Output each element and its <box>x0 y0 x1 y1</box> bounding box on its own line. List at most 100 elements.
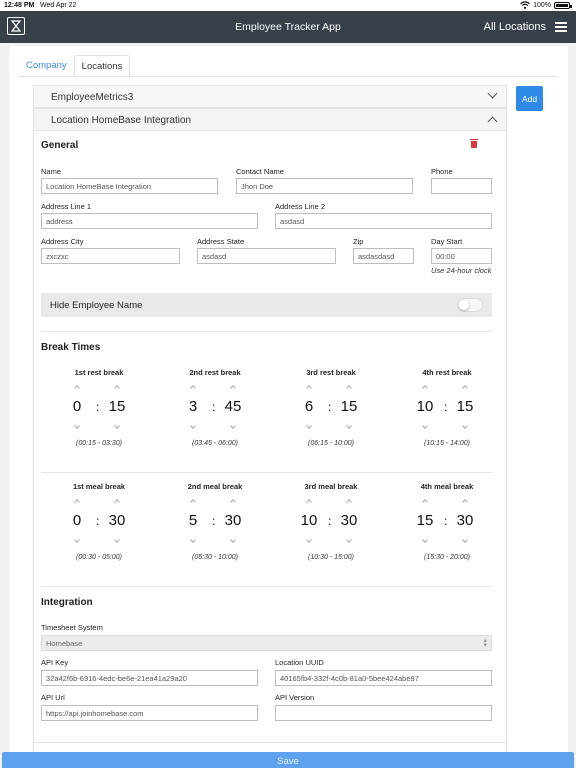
location-uuid-input[interactable]: 40165fb4-332f-4c0b-81a0-5bee424abe87 <box>275 670 492 686</box>
minute-up-arrow-icon[interactable] <box>114 499 120 505</box>
break-range: (15:30 - 20:00) <box>424 554 470 561</box>
minute-value[interactable]: 15 <box>337 398 361 415</box>
address2-input[interactable]: asdasd <box>275 213 492 229</box>
phone-input[interactable] <box>431 178 492 194</box>
hour-down-arrow-icon[interactable] <box>74 537 80 543</box>
hour-up-arrow-icon[interactable] <box>190 385 196 391</box>
minute-down-arrow-icon[interactable] <box>114 423 120 429</box>
accordion-title: Location HomeBase Integration <box>51 115 192 126</box>
minute-up-arrow-icon[interactable] <box>462 385 468 391</box>
hour-up-arrow-icon[interactable] <box>306 385 312 391</box>
address1-input[interactable]: address <box>41 213 258 229</box>
accordion-employeemetrics3[interactable]: EmployeeMetrics3 <box>33 85 507 108</box>
zip-input[interactable]: asdasdasd <box>353 248 414 264</box>
time-separator: : <box>96 400 100 414</box>
minute-up-arrow-icon[interactable] <box>114 385 120 391</box>
hour-up-arrow-icon[interactable] <box>74 499 80 505</box>
rest-break-3: 3rd rest break 6:15 (06:15 - 10:00) <box>281 368 381 468</box>
minute-up-arrow-icon[interactable] <box>230 499 236 505</box>
hour-down-arrow-icon[interactable] <box>74 423 80 429</box>
tab-locations[interactable]: Locations <box>73 55 131 77</box>
hour-value[interactable]: 10 <box>297 512 321 529</box>
tab-company[interactable]: Company <box>19 55 74 77</box>
time-separator: : <box>212 514 216 528</box>
minute-value[interactable]: 45 <box>221 398 245 415</box>
break-times-title: Break Times <box>41 342 101 353</box>
time-separator: : <box>444 400 448 414</box>
api-url-input[interactable]: https://api.joinhomebase.com <box>41 705 258 721</box>
hide-employee-name-toggle[interactable] <box>457 298 483 312</box>
hour-value[interactable]: 10 <box>413 398 437 415</box>
hour-value[interactable]: 6 <box>297 398 321 415</box>
meal-break-3: 3rd meal break 10:30 (10:30 - 15:00) <box>281 482 381 582</box>
minute-value[interactable]: 15 <box>105 398 129 415</box>
divider <box>41 586 492 587</box>
api-version-input[interactable] <box>275 705 492 721</box>
hour-down-arrow-icon[interactable] <box>422 537 428 543</box>
location-panel: General Name Location HomeBase Integrati… <box>33 132 508 768</box>
hour-down-arrow-icon[interactable] <box>422 423 428 429</box>
hour-value[interactable]: 0 <box>65 512 89 529</box>
location-selector[interactable]: All Locations <box>484 21 546 33</box>
break-range: (00:15 - 03:30) <box>76 440 122 447</box>
minute-value[interactable]: 15 <box>453 398 477 415</box>
time-separator: : <box>212 400 216 414</box>
state-input[interactable]: asdasd <box>197 248 336 264</box>
minute-value[interactable]: 30 <box>453 512 477 529</box>
minute-up-arrow-icon[interactable] <box>346 385 352 391</box>
hour-down-arrow-icon[interactable] <box>306 423 312 429</box>
hour-down-arrow-icon[interactable] <box>306 537 312 543</box>
chevron-up-icon <box>487 116 498 127</box>
address1-label: Address Line 1 <box>41 202 92 211</box>
api-key-input[interactable]: 32a42f6b-6916-4edc-be6e-21ea41a29a20 <box>41 670 258 686</box>
state-label: Address State <box>197 237 245 246</box>
hour-value[interactable]: 15 <box>413 512 437 529</box>
timesheet-system-select[interactable]: Homebase ▴ ▾ <box>41 635 492 651</box>
timesheet-system-label: Timesheet System <box>41 623 103 632</box>
hour-down-arrow-icon[interactable] <box>190 537 196 543</box>
city-input[interactable]: zxczxc <box>41 248 180 264</box>
break-label: 4th meal break <box>420 482 474 491</box>
api-key-label: API Key <box>41 658 69 667</box>
hamburger-menu-icon[interactable] <box>555 22 567 32</box>
save-button[interactable]: Save <box>2 752 574 768</box>
minute-down-arrow-icon[interactable] <box>346 537 352 543</box>
minute-value[interactable]: 30 <box>221 512 245 529</box>
hour-value[interactable]: 0 <box>65 398 89 415</box>
hour-up-arrow-icon[interactable] <box>422 385 428 391</box>
hour-value[interactable]: 5 <box>181 512 205 529</box>
meal-breaks-row: 1st meal break 0:30 (00:30 - 05:00) 2nd mea… <box>41 482 492 582</box>
hour-down-arrow-icon[interactable] <box>190 423 196 429</box>
name-input[interactable]: Location HomeBase Integration <box>41 178 218 194</box>
minute-down-arrow-icon[interactable] <box>114 537 120 543</box>
minute-value[interactable]: 30 <box>337 512 361 529</box>
minute-down-arrow-icon[interactable] <box>230 537 236 543</box>
api-version-label: API Version <box>275 693 315 702</box>
wifi-icon <box>520 1 530 9</box>
day-start-label: Day Start <box>431 237 463 246</box>
break-label: 2nd rest break <box>189 368 241 377</box>
trash-icon[interactable] <box>470 139 478 148</box>
minute-down-arrow-icon[interactable] <box>462 423 468 429</box>
hour-up-arrow-icon[interactable] <box>190 499 196 505</box>
minute-up-arrow-icon[interactable] <box>230 385 236 391</box>
minute-down-arrow-icon[interactable] <box>346 423 352 429</box>
time-separator: : <box>96 514 100 528</box>
minute-up-arrow-icon[interactable] <box>462 499 468 505</box>
minute-up-arrow-icon[interactable] <box>346 499 352 505</box>
day-start-input[interactable]: 00:00 <box>431 248 492 264</box>
accordion-location-homebase[interactable]: Location HomeBase Integration <box>33 108 507 131</box>
hour-up-arrow-icon[interactable] <box>422 499 428 505</box>
minute-down-arrow-icon[interactable] <box>230 423 236 429</box>
add-location-button[interactable]: Add <box>516 86 543 111</box>
hour-value[interactable]: 3 <box>181 398 205 415</box>
break-label: 1st rest break <box>74 368 124 377</box>
hour-up-arrow-icon[interactable] <box>74 385 80 391</box>
contact-name-input[interactable]: Jhon Doe <box>236 178 413 194</box>
address2-label: Address Line 2 <box>275 202 326 211</box>
day-start-hint: Use 24-hour clock <box>431 266 492 275</box>
break-label: 3rd rest break <box>306 368 356 377</box>
hour-up-arrow-icon[interactable] <box>306 499 312 505</box>
minute-value[interactable]: 30 <box>105 512 129 529</box>
minute-down-arrow-icon[interactable] <box>462 537 468 543</box>
